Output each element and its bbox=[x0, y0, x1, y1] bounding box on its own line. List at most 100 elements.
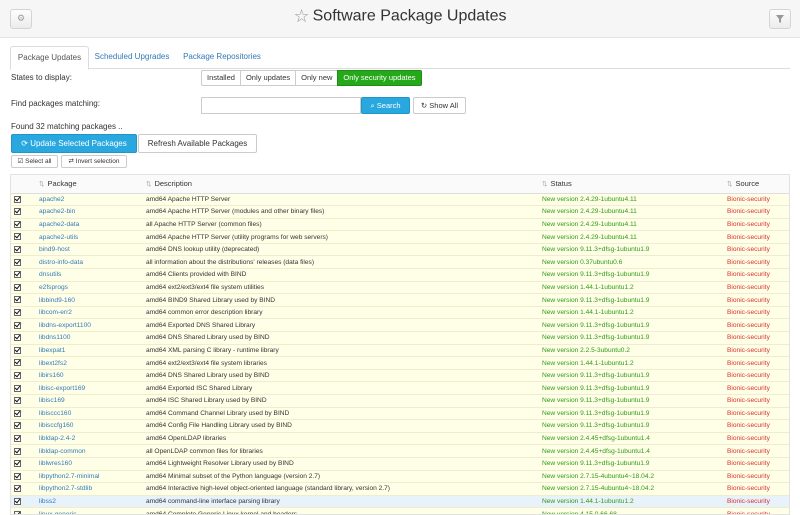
row-checkbox[interactable] bbox=[14, 309, 21, 317]
table-row[interactable]: apache2-utils amd64 Apache HTTP Server (u… bbox=[11, 230, 789, 244]
package-cell[interactable]: libisccc160 bbox=[35, 407, 142, 421]
table-row[interactable]: libext2fs2 amd64 ext2/ext3/ext4 file syst… bbox=[11, 356, 789, 370]
package-cell[interactable]: dnsutils bbox=[35, 268, 142, 282]
package-cell[interactable]: libexpat1 bbox=[35, 344, 142, 358]
column-header-package[interactable]: ⇅ Package bbox=[35, 175, 142, 194]
package-cell[interactable]: libdns1100 bbox=[35, 331, 142, 345]
package-cell[interactable]: libisccfg160 bbox=[35, 419, 142, 433]
package-cell[interactable]: libdns-export1100 bbox=[35, 318, 142, 333]
state-installed-button[interactable]: Installed bbox=[201, 70, 241, 86]
state-only-updates-button[interactable]: Only updates bbox=[239, 70, 297, 86]
row-checkbox[interactable] bbox=[14, 485, 21, 493]
row-checkbox[interactable] bbox=[14, 472, 21, 480]
table-row[interactable]: libbind9-160 amd64 BIND9 Shared Library u… bbox=[11, 293, 789, 307]
row-checkbox[interactable] bbox=[14, 321, 21, 329]
row-checkbox[interactable] bbox=[14, 220, 21, 228]
show-all-button[interactable]: ↻ Show All bbox=[413, 97, 466, 114]
select-all-button[interactable]: ☑ Select all bbox=[11, 155, 58, 168]
package-cell[interactable]: apache2-data bbox=[35, 218, 142, 232]
row-checkbox[interactable] bbox=[14, 371, 21, 379]
row-checkbox[interactable] bbox=[14, 271, 21, 279]
row-checkbox[interactable] bbox=[14, 334, 21, 342]
table-row[interactable]: libisc-export169 amd64 Exported ISC Share… bbox=[11, 381, 789, 395]
table-row[interactable]: libpython2.7-minimal amd64 Minimal subset… bbox=[11, 470, 789, 484]
package-cell[interactable]: apache2 bbox=[35, 193, 142, 207]
package-cell[interactable]: libext2fs2 bbox=[35, 356, 142, 370]
column-header-description[interactable]: ⇅ Description bbox=[142, 175, 538, 194]
row-checkbox[interactable] bbox=[14, 283, 21, 291]
table-row[interactable]: libirs160 amd64 DNS Shared Library used b… bbox=[11, 369, 789, 383]
row-checkbox[interactable] bbox=[14, 510, 21, 514]
table-row[interactable]: libpython2.7-stdlib amd64 Interactive hig… bbox=[11, 482, 789, 496]
states-filter-group: Installed Only updates Only new Only sec… bbox=[201, 70, 422, 86]
package-cell[interactable]: distro-info-data bbox=[35, 255, 142, 270]
table-row[interactable]: libldap-common all OpenLDAP common files … bbox=[11, 444, 789, 458]
table-row[interactable]: libisc169 amd64 ISC Shared Library used b… bbox=[11, 394, 789, 408]
table-row[interactable]: apache2 amd64 Apache HTTP Server New versi… bbox=[11, 193, 789, 207]
table-row[interactable]: e2fsprogs amd64 ext2/ext3/ext4 file syste… bbox=[11, 281, 789, 295]
package-cell[interactable]: bind9-host bbox=[35, 243, 142, 257]
row-checkbox[interactable] bbox=[14, 397, 21, 405]
table-row[interactable]: libdns1100 amd64 DNS Shared Library used … bbox=[11, 331, 789, 345]
table-row[interactable]: libisccfg160 amd64 Config File Handling L… bbox=[11, 419, 789, 433]
column-header-source[interactable]: ⇅ Source bbox=[723, 175, 789, 194]
row-checkbox[interactable] bbox=[14, 434, 21, 442]
search-input[interactable] bbox=[201, 97, 361, 114]
filter-button[interactable] bbox=[769, 9, 791, 29]
table-row[interactable]: libisccc160 amd64 Command Channel Library… bbox=[11, 407, 789, 421]
refresh-packages-button[interactable]: Refresh Available Packages bbox=[138, 134, 257, 153]
package-cell[interactable]: libcom-err2 bbox=[35, 306, 142, 320]
package-cell[interactable]: libisc169 bbox=[35, 394, 142, 408]
row-checkbox[interactable] bbox=[14, 233, 21, 241]
table-row[interactable]: libldap-2.4-2 amd64 OpenLDAP libraries New… bbox=[11, 432, 789, 446]
package-cell[interactable]: libpython2.7-minimal bbox=[35, 470, 142, 484]
package-cell[interactable]: libldap-2.4-2 bbox=[35, 432, 142, 446]
table-row[interactable]: apache2-data all Apache HTTP Server (comm… bbox=[11, 218, 789, 232]
row-checkbox[interactable] bbox=[14, 422, 21, 430]
package-cell[interactable]: apache2-utils bbox=[35, 230, 142, 244]
package-cell[interactable]: libpython2.7-stdlib bbox=[35, 482, 142, 496]
tab-scheduled-upgrades[interactable]: Scheduled Upgrades bbox=[92, 46, 172, 69]
state-only-new-button[interactable]: Only new bbox=[295, 70, 339, 86]
row-checkbox[interactable] bbox=[14, 384, 21, 392]
package-cell[interactable]: apache2-bin bbox=[35, 205, 142, 219]
description-cell: amd64 Minimal subset of the Python langu… bbox=[142, 470, 538, 484]
row-checkbox[interactable] bbox=[14, 296, 21, 304]
package-cell[interactable]: libbind9-160 bbox=[35, 293, 142, 307]
column-header-status[interactable]: ⇅ Status bbox=[538, 175, 723, 194]
row-checkbox[interactable] bbox=[14, 246, 21, 254]
row-checkbox[interactable] bbox=[14, 359, 21, 367]
table-row[interactable]: liblwres160 amd64 Lightweight Resolver Li… bbox=[11, 457, 789, 471]
row-checkbox[interactable] bbox=[14, 346, 21, 354]
row-checkbox[interactable] bbox=[14, 208, 21, 216]
state-only-security-button[interactable]: Only security updates bbox=[337, 70, 422, 86]
star-outline-icon[interactable]: ☆ bbox=[293, 6, 309, 27]
package-cell[interactable]: libss2 bbox=[35, 495, 142, 509]
package-cell[interactable]: libisc-export169 bbox=[35, 381, 142, 395]
row-checkbox[interactable] bbox=[14, 258, 21, 266]
table-row[interactable]: libss2 amd64 command-line interface parsi… bbox=[11, 495, 789, 509]
update-selected-button[interactable]: ⟳ Update Selected Packages bbox=[11, 134, 137, 153]
table-row[interactable]: libcom-err2 amd64 common error descriptio… bbox=[11, 306, 789, 320]
table-row[interactable]: distro-info-data all information about th… bbox=[11, 255, 789, 270]
row-checkbox[interactable] bbox=[14, 195, 21, 203]
tab-package-repositories[interactable]: Package Repositories bbox=[178, 46, 266, 69]
row-checkbox[interactable] bbox=[14, 409, 21, 417]
table-row[interactable]: libexpat1 amd64 XML parsing C library - r… bbox=[11, 344, 789, 358]
package-cell[interactable]: libldap-common bbox=[35, 444, 142, 458]
package-cell[interactable]: linux-generic bbox=[35, 507, 142, 514]
row-checkbox[interactable] bbox=[14, 460, 21, 468]
tab-package-updates[interactable]: Package Updates bbox=[10, 46, 89, 70]
package-cell[interactable]: libirs160 bbox=[35, 369, 142, 383]
table-row[interactable]: apache2-bin amd64 Apache HTTP Server (mod… bbox=[11, 205, 789, 219]
invert-selection-button[interactable]: ⇄ Invert selection bbox=[61, 155, 127, 168]
row-checkbox[interactable] bbox=[14, 497, 21, 505]
row-checkbox[interactable] bbox=[14, 447, 21, 455]
package-cell[interactable]: e2fsprogs bbox=[35, 281, 142, 295]
table-row[interactable]: dnsutils amd64 Clients provided with BIND… bbox=[11, 268, 789, 282]
search-button[interactable]: ⌕ Search bbox=[361, 97, 410, 114]
table-row[interactable]: linux-generic amd64 Complete Generic Linu… bbox=[11, 507, 789, 514]
package-cell[interactable]: liblwres160 bbox=[35, 457, 142, 471]
table-row[interactable]: libdns-export1100 amd64 Exported DNS Shar… bbox=[11, 318, 789, 333]
table-row[interactable]: bind9-host amd64 DNS lookup utility (depr… bbox=[11, 243, 789, 257]
